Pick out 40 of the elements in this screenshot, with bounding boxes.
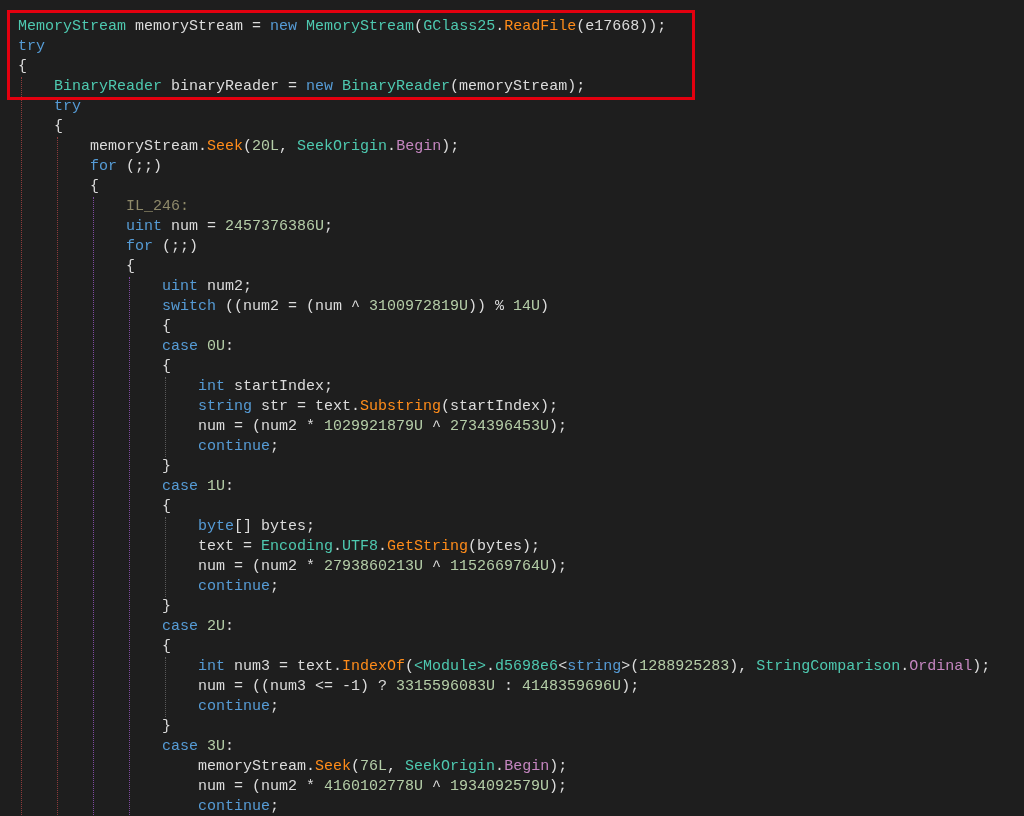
code-line: } (162, 717, 171, 737)
code-line: int startIndex; (198, 377, 334, 397)
code-line: { (126, 257, 135, 277)
code-line: for (;;) (126, 237, 199, 257)
code-line: continue; (198, 697, 280, 717)
code-line: { (18, 57, 27, 77)
code-line: case 2U: (162, 617, 235, 637)
code-line: try (18, 37, 45, 57)
code-line: continue; (198, 797, 280, 816)
code-line: num = ((num3 <= -1) ? 3315596083U : 4148359696U); (198, 677, 640, 697)
code-line: uint num = 2457376386U; (126, 217, 334, 237)
code-line: } (162, 597, 171, 617)
code-line: { (162, 317, 171, 337)
code-line: switch ((num2 = (num ^ 3100972819U)) % 14U) (162, 297, 550, 317)
code-line: int num3 = text.IndexOf(<Module>.d5698e6<string>(1288925283), StringComparison.Ordinal); (198, 657, 991, 677)
code-line: IL_246: (126, 197, 189, 217)
code-line: continue; (198, 577, 280, 597)
code-line: BinaryReader binaryReader = new BinaryReader(memoryStream); (54, 77, 586, 97)
code-line: memoryStream.Seek(76L, SeekOrigin.Begin); (198, 757, 568, 777)
code-line: { (90, 177, 99, 197)
code-line: for (;;) (90, 157, 163, 177)
code-line: case 1U: (162, 477, 235, 497)
code-line: { (162, 497, 171, 517)
code-line: continue; (198, 437, 280, 457)
code-line: memoryStream.Seek(20L, SeekOrigin.Begin); (90, 137, 460, 157)
code-line: { (54, 117, 63, 137)
code-line: uint num2; (162, 277, 253, 297)
code-line: { (162, 637, 171, 657)
code-line: case 0U: (162, 337, 235, 357)
code-line: MemoryStream memoryStream = new MemoryStream(GClass25.ReadFile(e17668)); (18, 17, 667, 37)
code-line: num = (num2 * 1029921879U ^ 2734396453U); (198, 417, 568, 437)
code-line: try (54, 97, 81, 117)
code-line: num = (num2 * 2793860213U ^ 1152669764U); (198, 557, 568, 577)
code-line: num = (num2 * 4160102778U ^ 1934092579U); (198, 777, 568, 797)
code-line: case 3U: (162, 737, 235, 757)
code-line: byte[] bytes; (198, 517, 316, 537)
code-line: { (162, 357, 171, 377)
code-line: text = Encoding.UTF8.GetString(bytes); (198, 537, 541, 557)
code-line: string str = text.Substring(startIndex); (198, 397, 559, 417)
code-line: } (162, 457, 171, 477)
